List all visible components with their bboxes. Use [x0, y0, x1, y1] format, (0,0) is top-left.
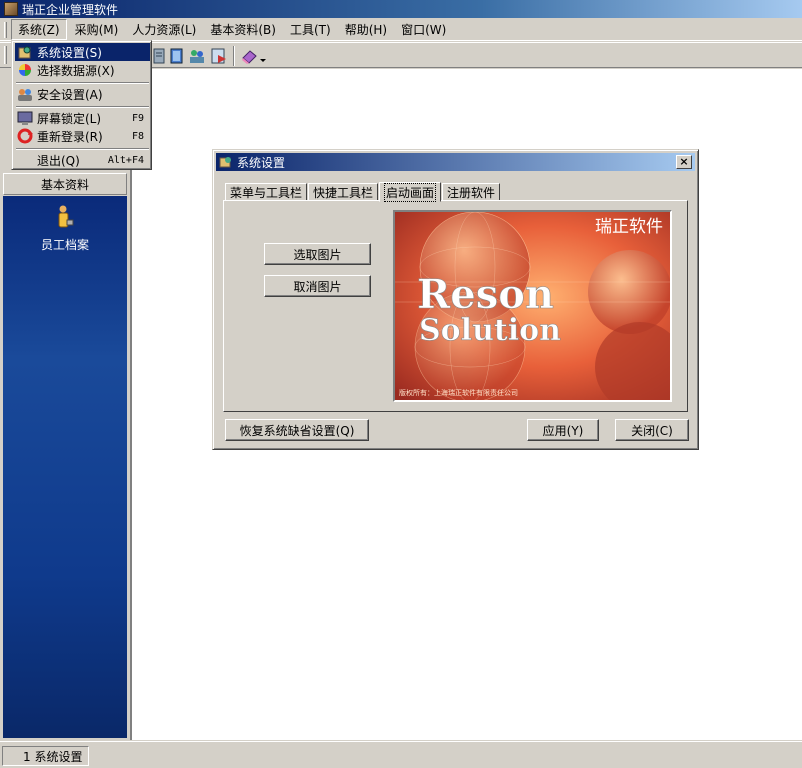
- system-settings-dialog: 系统设置 × 菜单与工具栏 快捷工具栏 启动画面 注册软件 选取图片 取消图片: [212, 149, 699, 450]
- menu-window[interactable]: 窗口(W): [395, 20, 452, 39]
- dialog-title-bar[interactable]: 系统设置 ×: [216, 153, 695, 171]
- apply-button[interactable]: 应用(Y): [527, 419, 599, 441]
- settings-icon: [219, 155, 233, 169]
- menu-help[interactable]: 帮助(H): [339, 20, 393, 39]
- menu-item-relogin[interactable]: 重新登录(R) F8: [15, 127, 150, 145]
- dialog-title: 系统设置: [237, 155, 286, 170]
- select-image-button[interactable]: 选取图片: [264, 243, 371, 265]
- menu-separator: [16, 82, 149, 84]
- menu-item-exit[interactable]: 退出(Q) Alt+F4: [15, 151, 150, 169]
- menu-item-select-datasource[interactable]: 选择数据源(X): [15, 61, 150, 79]
- toolbar-separator: [233, 46, 235, 66]
- tab-quick-toolbar[interactable]: 快捷工具栏: [308, 183, 379, 201]
- menu-item-lock-screen[interactable]: 屏幕锁定(L) F9: [15, 109, 150, 127]
- employee-icon: [55, 204, 75, 230]
- settings-icon: [17, 44, 33, 60]
- app-title-bar: 瑞正企业管理软件: [0, 0, 802, 18]
- cancel-image-button[interactable]: 取消图片: [264, 275, 371, 297]
- nav-item-label: 员工档案: [40, 238, 89, 252]
- nav-group-header[interactable]: 基本资料: [3, 173, 127, 195]
- tab-splash-screen[interactable]: 启动画面: [379, 182, 442, 202]
- mdi-task-button[interactable]: 1 系统设置: [2, 746, 89, 766]
- toolbar-users-icon[interactable]: [188, 47, 206, 65]
- menu-basic-data[interactable]: 基本资料(B): [204, 20, 282, 39]
- app-title: 瑞正企业管理软件: [22, 2, 119, 17]
- splash-word-1: Reson: [417, 271, 554, 318]
- nav-item-employee-records[interactable]: 员工档案: [3, 204, 127, 253]
- relogin-icon: [17, 128, 33, 144]
- menu-bar: 系统(Z) 采购(M) 人力资源(L) 基本资料(B) 工具(T) 帮助(H) …: [0, 19, 802, 41]
- toolbar-eraser-icon[interactable]: [240, 47, 258, 65]
- menu-system[interactable]: 系统(Z): [11, 19, 67, 40]
- menu-item-system-settings[interactable]: 系统设置(S): [15, 43, 150, 61]
- toolbar-grip[interactable]: [4, 46, 7, 64]
- menu-separator: [16, 148, 149, 150]
- menu-purchase[interactable]: 采购(M): [69, 20, 125, 39]
- menu-hr[interactable]: 人力资源(L): [126, 20, 202, 39]
- datasource-icon: [17, 62, 33, 78]
- menu-item-security-settings[interactable]: 安全设置(A): [15, 85, 150, 103]
- status-bar: 1 系统设置: [0, 741, 802, 768]
- toolbar-report-icon[interactable]: [210, 47, 228, 65]
- toolbar-dropdown-icon[interactable]: [258, 47, 268, 65]
- menubar-grip[interactable]: [4, 21, 7, 38]
- restore-defaults-button[interactable]: 恢复系统缺省设置(Q): [225, 419, 369, 441]
- nav-group-body: 员工档案: [3, 196, 127, 738]
- system-menu-dropdown: 系统设置(S) 选择数据源(X) 安全设置(A) 屏幕锁定(L) F9 重新登录…: [11, 40, 152, 170]
- dialog-close-icon[interactable]: ×: [676, 155, 692, 169]
- dialog-tabs: 菜单与工具栏 快捷工具栏 启动画面 注册软件: [225, 181, 501, 202]
- close-button[interactable]: 关闭(C): [615, 419, 689, 441]
- splash-copyright: 版权所有：上海瑞正软件有限责任公司: [399, 388, 518, 397]
- lock-screen-icon: [17, 110, 33, 126]
- splash-tab-panel: 选取图片 取消图片 瑞正软件 Reson Solution 版权所有：上海瑞正软…: [223, 200, 688, 412]
- menu-tools[interactable]: 工具(T): [284, 20, 337, 39]
- splash-image-preview: 瑞正软件 Reson Solution 版权所有：上海瑞正软件有限责任公司: [393, 210, 672, 402]
- toolbar-doc-icon[interactable]: [150, 47, 168, 65]
- tab-menu-toolbar[interactable]: 菜单与工具栏: [225, 183, 308, 201]
- app-logo-icon: [4, 2, 18, 16]
- menu-separator: [16, 106, 149, 108]
- tab-register-software[interactable]: 注册软件: [442, 183, 501, 201]
- toolbar-book-icon[interactable]: [168, 47, 186, 65]
- splash-word-2: Solution: [419, 313, 561, 348]
- users-icon: [17, 86, 33, 102]
- splash-brand-cn: 瑞正软件: [595, 217, 663, 237]
